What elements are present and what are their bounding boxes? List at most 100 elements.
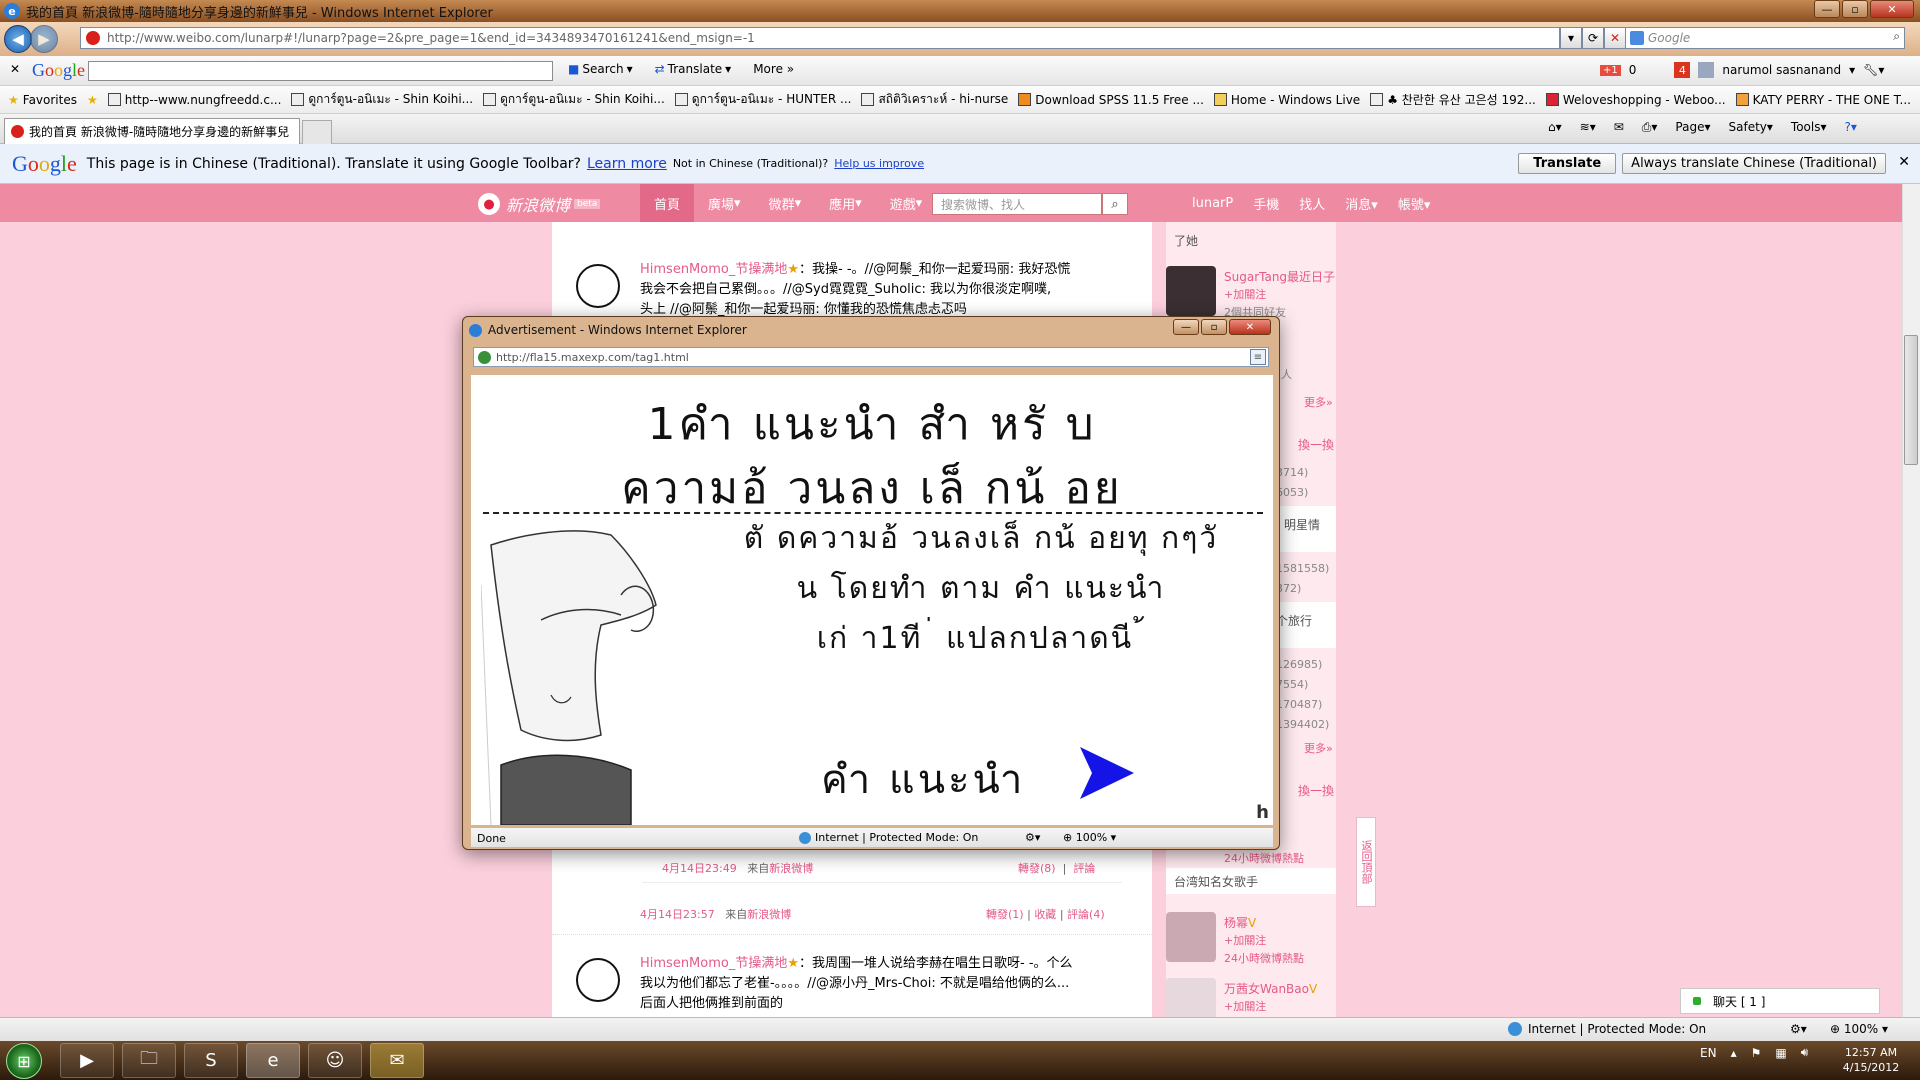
post-author[interactable]: HimsenMomo_节操满地 [640, 956, 787, 971]
refresh-icon[interactable]: ⟳ [1582, 27, 1604, 49]
back-to-top-button[interactable]: 返回頂部 [1356, 817, 1376, 907]
popup-zoom-control[interactable]: ⊕ 100% ▾ [1063, 831, 1116, 844]
popup-close-button[interactable]: ✕ [1229, 319, 1271, 335]
action-center-icon[interactable]: ⚑ [1751, 1046, 1762, 1060]
compat-view-button[interactable]: ▾ [1560, 27, 1582, 49]
toolbar-search-button[interactable]: ■ Search ▾ [568, 62, 633, 76]
plusone-icon[interactable]: +1 [1600, 64, 1621, 76]
learn-more-link[interactable]: Learn more [587, 156, 667, 172]
favorite-link[interactable]: ♣ 찬란한 유산 고은성 192... [1370, 91, 1536, 108]
favorite-link[interactable]: Weloveshopping - Weboo... [1545, 93, 1726, 107]
feeds-icon[interactable]: ≋▾ [1580, 120, 1596, 135]
nav-groups[interactable]: 微群 ▾ [755, 184, 816, 222]
nav-user[interactable]: lunarP [1192, 196, 1233, 211]
popup-titlebar[interactable]: Advertisement - Windows Internet Explore… [469, 323, 747, 337]
taskbar-app[interactable]: ✉ [370, 1043, 424, 1078]
favorites-button[interactable]: ★ Favorites [8, 93, 77, 107]
language-indicator[interactable]: EN [1700, 1046, 1717, 1060]
popup-minimize-button[interactable]: — [1173, 319, 1199, 335]
follow-button[interactable]: +加關注 [1224, 932, 1266, 948]
taskbar-explorer[interactable]: 🗀︎ [122, 1043, 176, 1078]
comment-link[interactable]: 評論 [1073, 862, 1095, 875]
close-translate-icon[interactable]: ✕ [1898, 154, 1910, 170]
weibo-logo[interactable]: ● 新浪微博 beta [478, 192, 601, 216]
favorite-link[interactable]: KATY PERRY - THE ONE T... [1735, 93, 1911, 107]
page-menu[interactable]: Page▾ [1675, 120, 1710, 135]
zoom-control[interactable]: ⊕ 100% ▾ [1830, 1022, 1888, 1036]
taskbar-skype[interactable]: S [184, 1043, 238, 1078]
follow-button[interactable]: +加關注 [1224, 286, 1266, 302]
page-scrollbar[interactable] [1902, 184, 1920, 1017]
favorite-link[interactable]: สถิติวิเคราะห์ - hi-nurse [861, 90, 1008, 109]
google-toolbar-search-input[interactable] [88, 61, 553, 81]
chat-widget[interactable]: 聊天 [ 1 ] [1680, 988, 1880, 1014]
maximize-button[interactable]: ▫ [1842, 0, 1868, 18]
swap-link[interactable]: 換一換 [1298, 436, 1334, 453]
security-icon[interactable]: ⚙▾ [1790, 1022, 1807, 1036]
mail-icon[interactable]: ✉ [1614, 120, 1624, 135]
notification-badge[interactable]: 4 [1674, 62, 1691, 78]
forward-button[interactable]: ▶ [30, 25, 58, 53]
taskbar-media-player[interactable]: ▶ [60, 1043, 114, 1078]
more-link[interactable]: 更多» [1304, 394, 1333, 410]
weibo-search-icon[interactable]: ⌕ [1102, 193, 1128, 215]
safety-menu[interactable]: Safety▾ [1729, 120, 1773, 135]
address-bar[interactable]: http://www.weibo.com/lunarp#!/lunarp?pag… [80, 27, 1560, 49]
nav-mobile[interactable]: 手機 [1253, 194, 1279, 213]
favorite-link[interactable]: http--www.nungfreedd.c... [107, 93, 281, 107]
author-avatar[interactable] [576, 264, 620, 308]
start-button[interactable]: ⊞ [6, 1043, 42, 1079]
popup-security-icon[interactable]: ⚙▾ [1025, 831, 1040, 844]
volume-icon[interactable]: 🔊︎ [1801, 1045, 1809, 1060]
toolbar-translate-button[interactable]: ⇄ Translate ▾ [655, 62, 732, 76]
toolbar-close-icon[interactable]: ✕ [10, 62, 20, 76]
home-icon[interactable]: ⌂▾ [1548, 120, 1562, 135]
nav-games[interactable]: 遊戲 ▾ [876, 184, 937, 222]
favorite-link[interactable]: Home - Windows Live [1213, 93, 1360, 107]
nav-home[interactable]: 首頁 [640, 184, 695, 222]
popup-maximize-button[interactable]: ▫ [1201, 319, 1227, 335]
nav-account[interactable]: 帳號▾ [1398, 194, 1431, 213]
user-avatar[interactable] [1166, 912, 1216, 962]
network-icon[interactable]: ▦ [1775, 1046, 1786, 1060]
nav-find-people[interactable]: 找人 [1299, 194, 1325, 213]
swap-link[interactable]: 換一換 [1298, 782, 1334, 799]
wrench-icon[interactable]: 🔧︎▾ [1863, 63, 1884, 77]
new-tab-button[interactable] [302, 120, 332, 144]
user-avatar[interactable] [1166, 266, 1216, 316]
nav-square[interactable]: 廣場 ▾ [694, 184, 755, 222]
page-info-icon[interactable]: ≡ [1250, 349, 1266, 365]
add-favorite-icon[interactable]: ★ [87, 93, 98, 107]
repost-link[interactable]: 轉發(8) [1018, 862, 1056, 875]
system-clock[interactable]: 12:57 AM 4/15/2012 [1836, 1045, 1906, 1075]
taskbar-messenger[interactable]: ☺ [308, 1043, 362, 1078]
minimize-button[interactable]: — [1814, 0, 1840, 18]
stop-icon[interactable]: ✕ [1604, 27, 1626, 49]
favorite-link[interactable]: ดูการ์ตูน-อนิเมะ - Shin Koihi... [483, 90, 665, 109]
post-author[interactable]: HimsenMomo_节操满地 [640, 262, 787, 277]
help-improve-link[interactable]: Help us improve [834, 157, 924, 170]
toolbar-more-button[interactable]: More » [753, 62, 794, 76]
follow-button[interactable]: +加關注 [1224, 998, 1266, 1014]
window-titlebar[interactable]: e 我的首頁 新浪微博-隨時隨地分享身邊的新鮮事兒 - Windows Inte… [0, 0, 1920, 22]
close-button[interactable]: ✕ [1870, 0, 1914, 18]
tools-menu[interactable]: Tools▾ [1791, 120, 1827, 135]
author-avatar[interactable] [576, 958, 620, 1002]
favorite-link[interactable]: ดูการ์ตูน-อนิเมะ - Shin Koihi... [291, 90, 473, 109]
ad-cta-text[interactable]: คำ แนะนำ [821, 747, 1025, 811]
always-translate-button[interactable]: Always translate Chinese (Traditional) [1622, 153, 1886, 174]
search-input[interactable]: Google ⌕ [1625, 27, 1905, 49]
help-icon[interactable]: ?▾ [1845, 120, 1857, 135]
print-icon[interactable]: ⎙▾ [1642, 120, 1658, 135]
popup-address-bar[interactable]: http://fla15.maxexp.com/tag1.html ≡ [473, 347, 1269, 367]
nav-apps[interactable]: 應用 ▾ [815, 184, 876, 222]
advertisement-popup-window[interactable]: Advertisement - Windows Internet Explore… [462, 316, 1280, 850]
repost-link[interactable]: 轉發(1) [986, 908, 1024, 921]
cta-arrow-icon[interactable] [1076, 745, 1136, 801]
toolbar-user-name[interactable]: narumol sasnanand [1722, 63, 1841, 77]
more-link[interactable]: 更多» [1304, 740, 1333, 756]
scrollbar-thumb[interactable] [1904, 335, 1918, 465]
comment-link[interactable]: 評論(4) [1067, 908, 1105, 921]
favorite-link[interactable]: Download SPSS 11.5 Free ... [1018, 93, 1204, 107]
back-button[interactable]: ◀ [4, 25, 32, 53]
